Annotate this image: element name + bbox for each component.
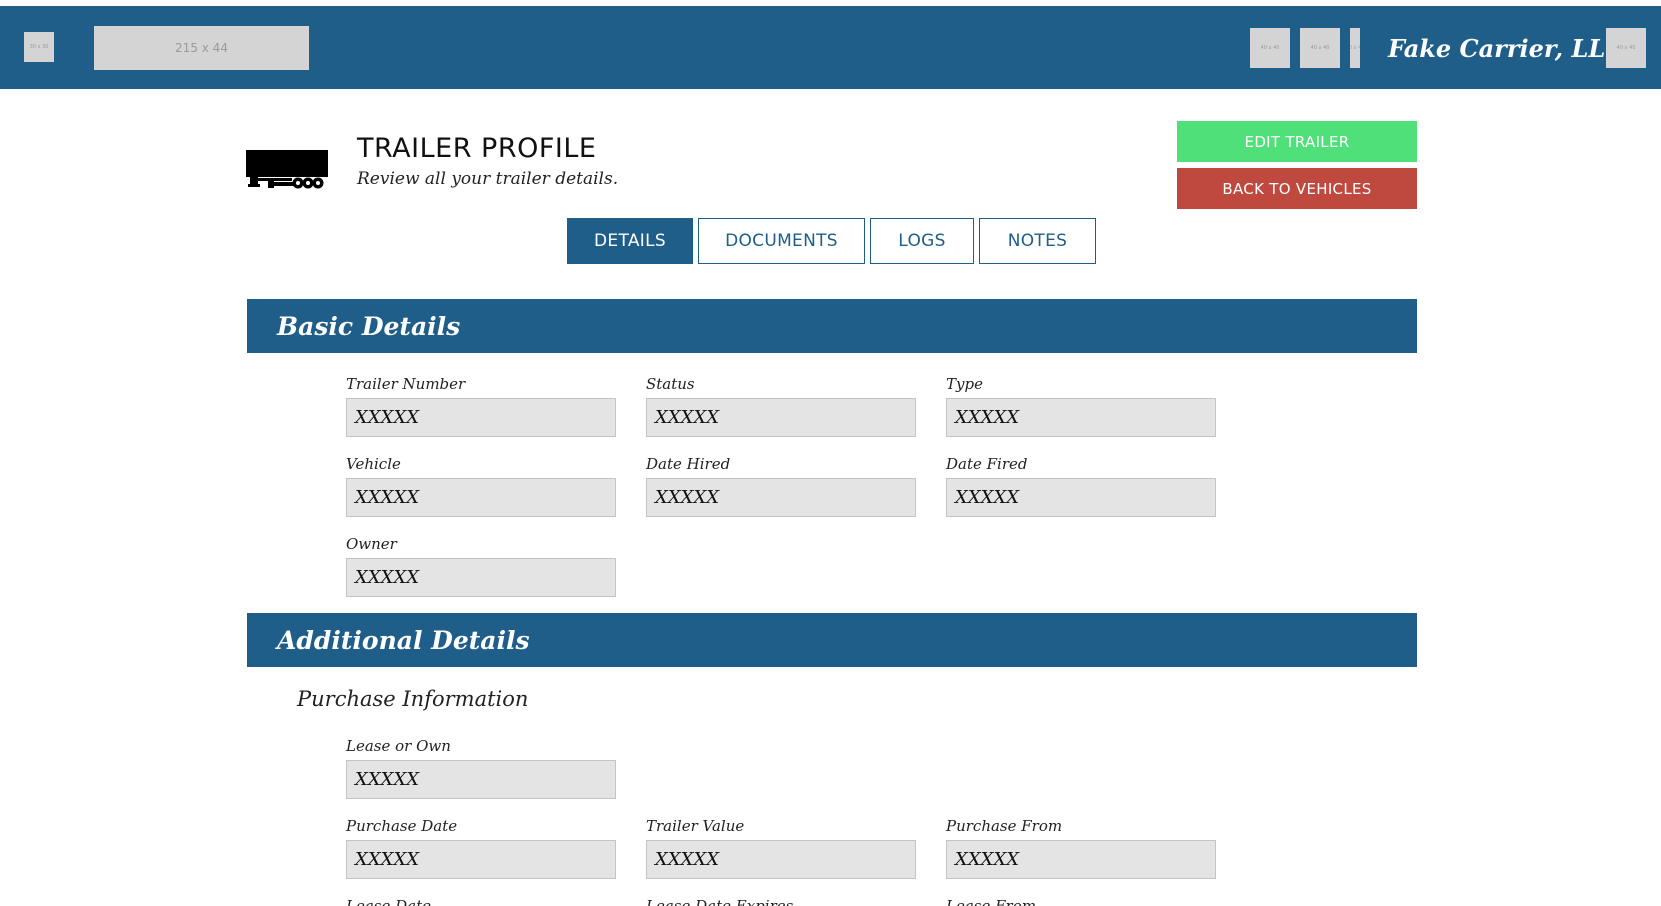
notifications-icon[interactable]: 40 x 40 bbox=[1250, 28, 1290, 68]
type-label: Type bbox=[946, 375, 983, 393]
page-title: TRAILER PROFILE bbox=[357, 133, 597, 164]
purchase-information-heading: Purchase Information bbox=[297, 687, 529, 711]
date-hired-field[interactable]: XXXXX bbox=[646, 478, 916, 517]
tab-details[interactable]: DETAILS bbox=[567, 218, 693, 264]
purchase-date-field[interactable]: XXXXX bbox=[346, 840, 616, 879]
lease-date-label: Lease Date bbox=[346, 897, 431, 906]
edit-trailer-button[interactable]: EDIT TRAILER bbox=[1177, 121, 1417, 162]
status-field[interactable]: XXXXX bbox=[646, 398, 916, 437]
trailer-number-field[interactable]: XXXXX bbox=[346, 398, 616, 437]
owner-label: Owner bbox=[346, 535, 397, 553]
purchase-from-label: Purchase From bbox=[946, 817, 1063, 835]
type-field[interactable]: XXXXX bbox=[946, 398, 1216, 437]
trailer-value-field[interactable]: XXXXX bbox=[646, 840, 916, 879]
company-name: Fake Carrier, LLC bbox=[1388, 34, 1625, 63]
trailer-icon bbox=[246, 150, 328, 189]
owner-field[interactable]: XXXXX bbox=[346, 558, 616, 597]
basic-details-header: Basic Details bbox=[247, 299, 1417, 353]
menu-icon[interactable]: 30 x 30 bbox=[24, 32, 54, 62]
brand-logo[interactable]: 215 x 44 bbox=[94, 26, 309, 70]
settings-icon[interactable]: 40 x 40 bbox=[1350, 28, 1360, 68]
additional-details-header: Additional Details bbox=[247, 613, 1417, 667]
purchase-date-label: Purchase Date bbox=[346, 817, 458, 835]
purchase-from-field[interactable]: XXXXX bbox=[946, 840, 1216, 879]
date-hired-label: Date Hired bbox=[646, 455, 731, 473]
tab-documents[interactable]: DOCUMENTS bbox=[698, 218, 865, 264]
vehicle-label: Vehicle bbox=[346, 455, 401, 473]
lease-from-label: Lease From bbox=[946, 897, 1036, 906]
back-to-vehicles-button[interactable]: BACK TO VEHICLES bbox=[1177, 168, 1417, 209]
tab-notes[interactable]: NOTES bbox=[979, 218, 1096, 264]
status-label: Status bbox=[646, 375, 695, 393]
trailer-number-label: Trailer Number bbox=[346, 375, 466, 393]
vehicle-field[interactable]: XXXXX bbox=[346, 478, 616, 517]
lease-or-own-field[interactable]: XXXXX bbox=[346, 760, 616, 799]
user-avatar[interactable]: 40 x 40 bbox=[1606, 28, 1646, 68]
lease-date-expires-label: Lease Date Expires bbox=[646, 897, 794, 906]
date-fired-label: Date Fired bbox=[946, 455, 1028, 473]
top-navigation-bar: 30 x 30 215 x 44 40 x 40 40 x 40 40 x 40… bbox=[0, 6, 1661, 89]
page-subtitle: Review all your trailer details. bbox=[357, 169, 619, 189]
lease-or-own-label: Lease or Own bbox=[346, 737, 451, 755]
date-fired-field[interactable]: XXXXX bbox=[946, 478, 1216, 517]
tab-logs[interactable]: LOGS bbox=[870, 218, 974, 264]
messages-icon[interactable]: 40 x 40 bbox=[1300, 28, 1340, 68]
trailer-value-label: Trailer Value bbox=[646, 817, 745, 835]
